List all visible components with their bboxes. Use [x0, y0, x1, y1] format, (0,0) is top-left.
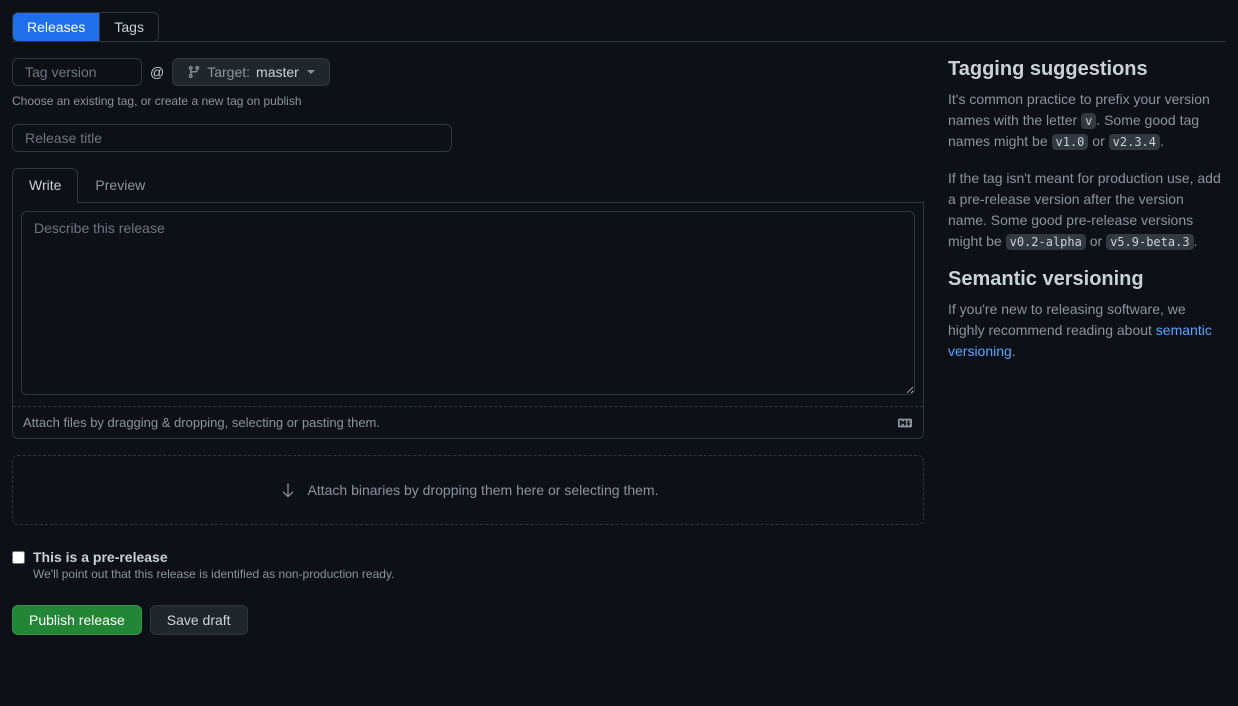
markdown-icon[interactable]: [897, 416, 913, 430]
editor-tab-preview[interactable]: Preview: [78, 168, 162, 202]
save-draft-button[interactable]: Save draft: [150, 605, 248, 635]
tagging-heading: Tagging suggestions: [948, 58, 1226, 81]
binaries-dropzone[interactable]: Attach binaries by dropping them here or…: [12, 455, 924, 525]
at-separator: @: [150, 64, 164, 80]
publish-release-button[interactable]: Publish release: [12, 605, 142, 635]
prerelease-label: This is a pre-release: [33, 549, 394, 565]
editor-body: Attach files by dragging & dropping, sel…: [12, 203, 924, 439]
semver-heading: Semantic versioning: [948, 268, 1226, 291]
target-branch-name: master: [256, 64, 299, 80]
prerelease-sublabel: We'll point out that this release is ide…: [33, 567, 394, 581]
chevron-down-icon: [307, 70, 315, 74]
tagging-paragraph-2: If the tag isn't meant for production us…: [948, 168, 1226, 252]
editor-tabs: Write Preview: [12, 168, 924, 203]
semver-paragraph: If you're new to releasing software, we …: [948, 299, 1226, 362]
release-title-input[interactable]: [12, 124, 452, 152]
top-tabnav: Releases Tags: [12, 12, 1226, 42]
attach-files-hint[interactable]: Attach files by dragging & dropping, sel…: [23, 415, 380, 430]
target-label: Target:: [207, 64, 250, 80]
main-column: @ Target: master Choose an existing tag,…: [12, 58, 924, 635]
dropzone-text: Attach binaries by dropping them here or…: [308, 482, 659, 498]
tag-version-input[interactable]: [12, 58, 142, 86]
tag-help-text: Choose an existing tag, or create a new …: [12, 94, 924, 108]
tagging-paragraph-1: It's common practice to prefix your vers…: [948, 89, 1226, 152]
tab-releases[interactable]: Releases: [13, 13, 99, 41]
tab-tags[interactable]: Tags: [99, 13, 158, 41]
prerelease-checkbox[interactable]: [12, 551, 25, 564]
sidebar: Tagging suggestions It's common practice…: [948, 58, 1226, 635]
arrow-down-icon: [278, 480, 298, 500]
description-textarea[interactable]: [21, 211, 915, 395]
target-branch-button[interactable]: Target: master: [172, 58, 330, 86]
editor-tab-write[interactable]: Write: [12, 168, 78, 203]
git-branch-icon: [187, 65, 201, 79]
